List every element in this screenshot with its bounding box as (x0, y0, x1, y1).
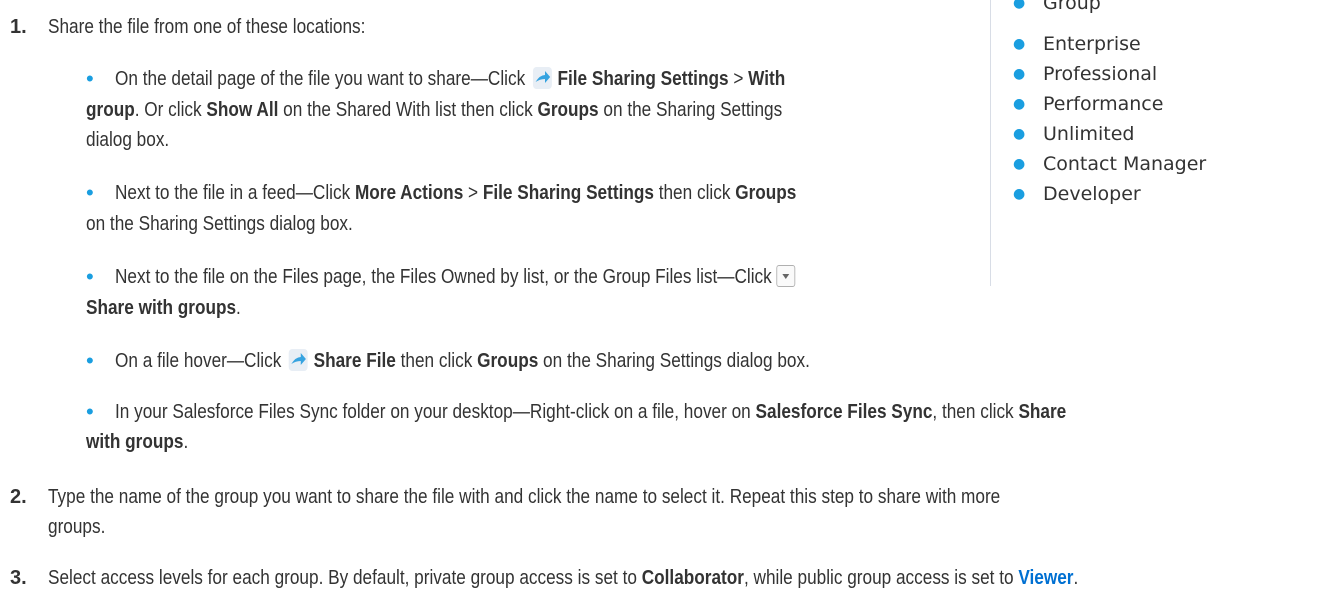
share-file-icon (288, 349, 308, 371)
bullet-line: dialog box. (86, 129, 170, 151)
bullet-dot: • (86, 264, 94, 289)
bullet-line: In your Salesforce Files Sync folder on … (115, 401, 1067, 423)
dropdown-menu-icon (776, 265, 796, 287)
step-text: groups. (48, 516, 106, 538)
bullet-line: Next to the file on the Files page, the … (115, 262, 906, 292)
bullet-line: on the Sharing Settings dialog box. (86, 213, 353, 235)
step-text: Type the name of the group you want to s… (48, 486, 1001, 508)
bullet-line: On the detail page of the file you want … (115, 67, 786, 90)
step-number: 1. (10, 16, 27, 38)
step-text: Select access levels for each group. By … (48, 567, 1079, 589)
bullet-line: Share with groups. (86, 297, 241, 319)
viewer-link[interactable]: Viewer (1018, 567, 1073, 589)
bullet-dot: • (86, 180, 94, 205)
bullet-dot: • (86, 399, 94, 424)
editions-panel: ● Group ● Enterprise ● Professional ● Perfor… (990, 0, 1318, 286)
share-file-icon (532, 67, 552, 89)
step-number: 3. (10, 567, 27, 589)
step-number: 2. (10, 486, 27, 508)
bullet-line: with groups. (86, 431, 189, 453)
bullet-line: On a file hover—Click Share File then cl… (115, 349, 810, 372)
bullet-dot: • (86, 66, 94, 91)
bullet-line: group. Or click Show All on the Shared W… (86, 99, 783, 121)
step-text: Share the file from one of these locatio… (48, 16, 366, 38)
bullet-dot: • (86, 348, 94, 373)
bullet-line: Next to the file in a feed—Click More Ac… (115, 182, 797, 204)
